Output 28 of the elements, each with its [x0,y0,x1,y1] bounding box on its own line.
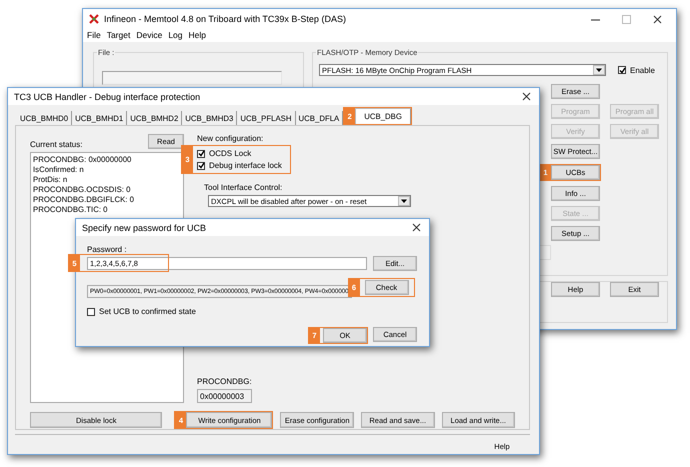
menu-item[interactable]: Target [106,30,130,41]
menu-item[interactable]: File [87,30,101,41]
field-label: PROCONDBG: [197,377,253,386]
close-icon[interactable] [653,14,662,24]
menu-item[interactable]: Log [168,30,182,41]
menu-item[interactable]: Help [188,30,206,41]
field-label: Tool Interface Control: [204,183,284,192]
close-icon[interactable] [522,92,531,101]
section-label: New configuration: [197,134,264,143]
check-icon [618,66,626,74]
field-label: Password : [87,245,128,254]
checkbox-label: Debug interface lock [209,161,282,170]
checkbox-label: OCDS Lock [209,149,252,158]
window-title: Infineon - Memtool 4.8 on Triboard with TC39x B-Step (DAS) [104,14,347,24]
section-label: Current status: [30,140,82,149]
checkbox[interactable] [197,150,205,158]
checkbox[interactable] [197,162,205,170]
menu-item[interactable]: Device [136,30,162,41]
close-icon[interactable] [412,223,421,232]
window-title: Specify new password for UCB [82,222,208,232]
procondbg-field[interactable]: 0x00000003 [197,389,252,403]
checkbox[interactable] [618,66,626,74]
file-path-field[interactable] [102,71,282,85]
window-title: TC3 UCB Handler - Debug interface protection [14,92,202,102]
checkbox-label: Enable [630,66,655,74]
app-logo-icon [89,14,99,24]
checkbox[interactable] [87,308,95,316]
checkbox-label: Set UCB to confirmed state [99,307,196,316]
